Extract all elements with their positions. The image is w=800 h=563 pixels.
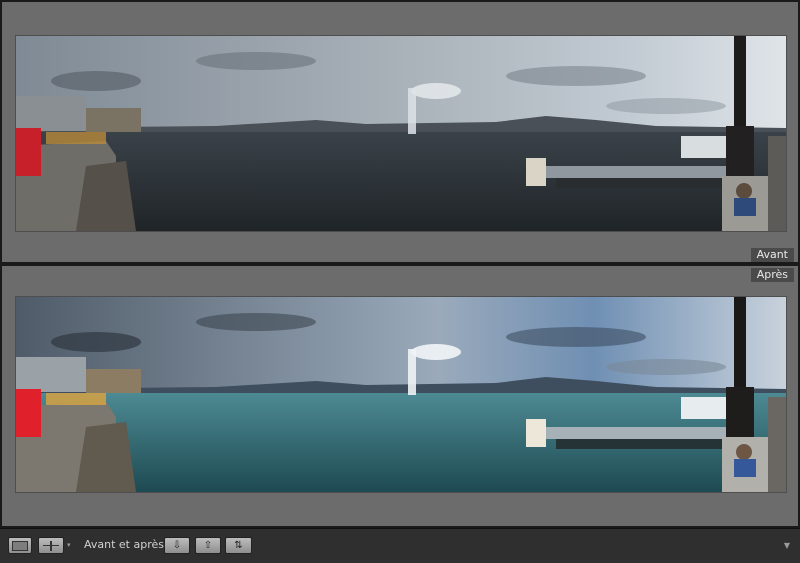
before-panel: Avant xyxy=(2,2,798,262)
copy-before-to-after-button[interactable]: ⇩ xyxy=(164,537,190,554)
after-label: Après xyxy=(750,268,794,282)
before-after-split-icon xyxy=(43,540,59,551)
single-view-button[interactable] xyxy=(8,537,32,554)
after-panel: Après xyxy=(2,266,798,526)
copy-after-to-before-button[interactable]: ⇧ xyxy=(195,537,221,554)
single-view-icon xyxy=(12,540,28,551)
view-mode-dropdown-icon[interactable]: ▾ xyxy=(67,541,71,549)
swap-arrows-icon: ⇅ xyxy=(234,539,243,551)
bottom-toolbar: ▾ Avant et après : ⇩ ⇧ ⇅ ▼ xyxy=(0,528,800,563)
before-label: Avant xyxy=(750,248,794,262)
arrow-down-icon: ⇩ xyxy=(172,539,182,551)
toolbar-menu-chevron-icon[interactable]: ▼ xyxy=(784,541,790,550)
before-after-view-button[interactable] xyxy=(38,537,64,554)
after-photo xyxy=(16,297,786,492)
swap-before-after-button[interactable]: ⇅ xyxy=(225,537,252,554)
arrow-up-icon: ⇧ xyxy=(203,539,213,551)
before-photo xyxy=(16,36,786,231)
before-after-label: Avant et après : xyxy=(84,538,172,551)
